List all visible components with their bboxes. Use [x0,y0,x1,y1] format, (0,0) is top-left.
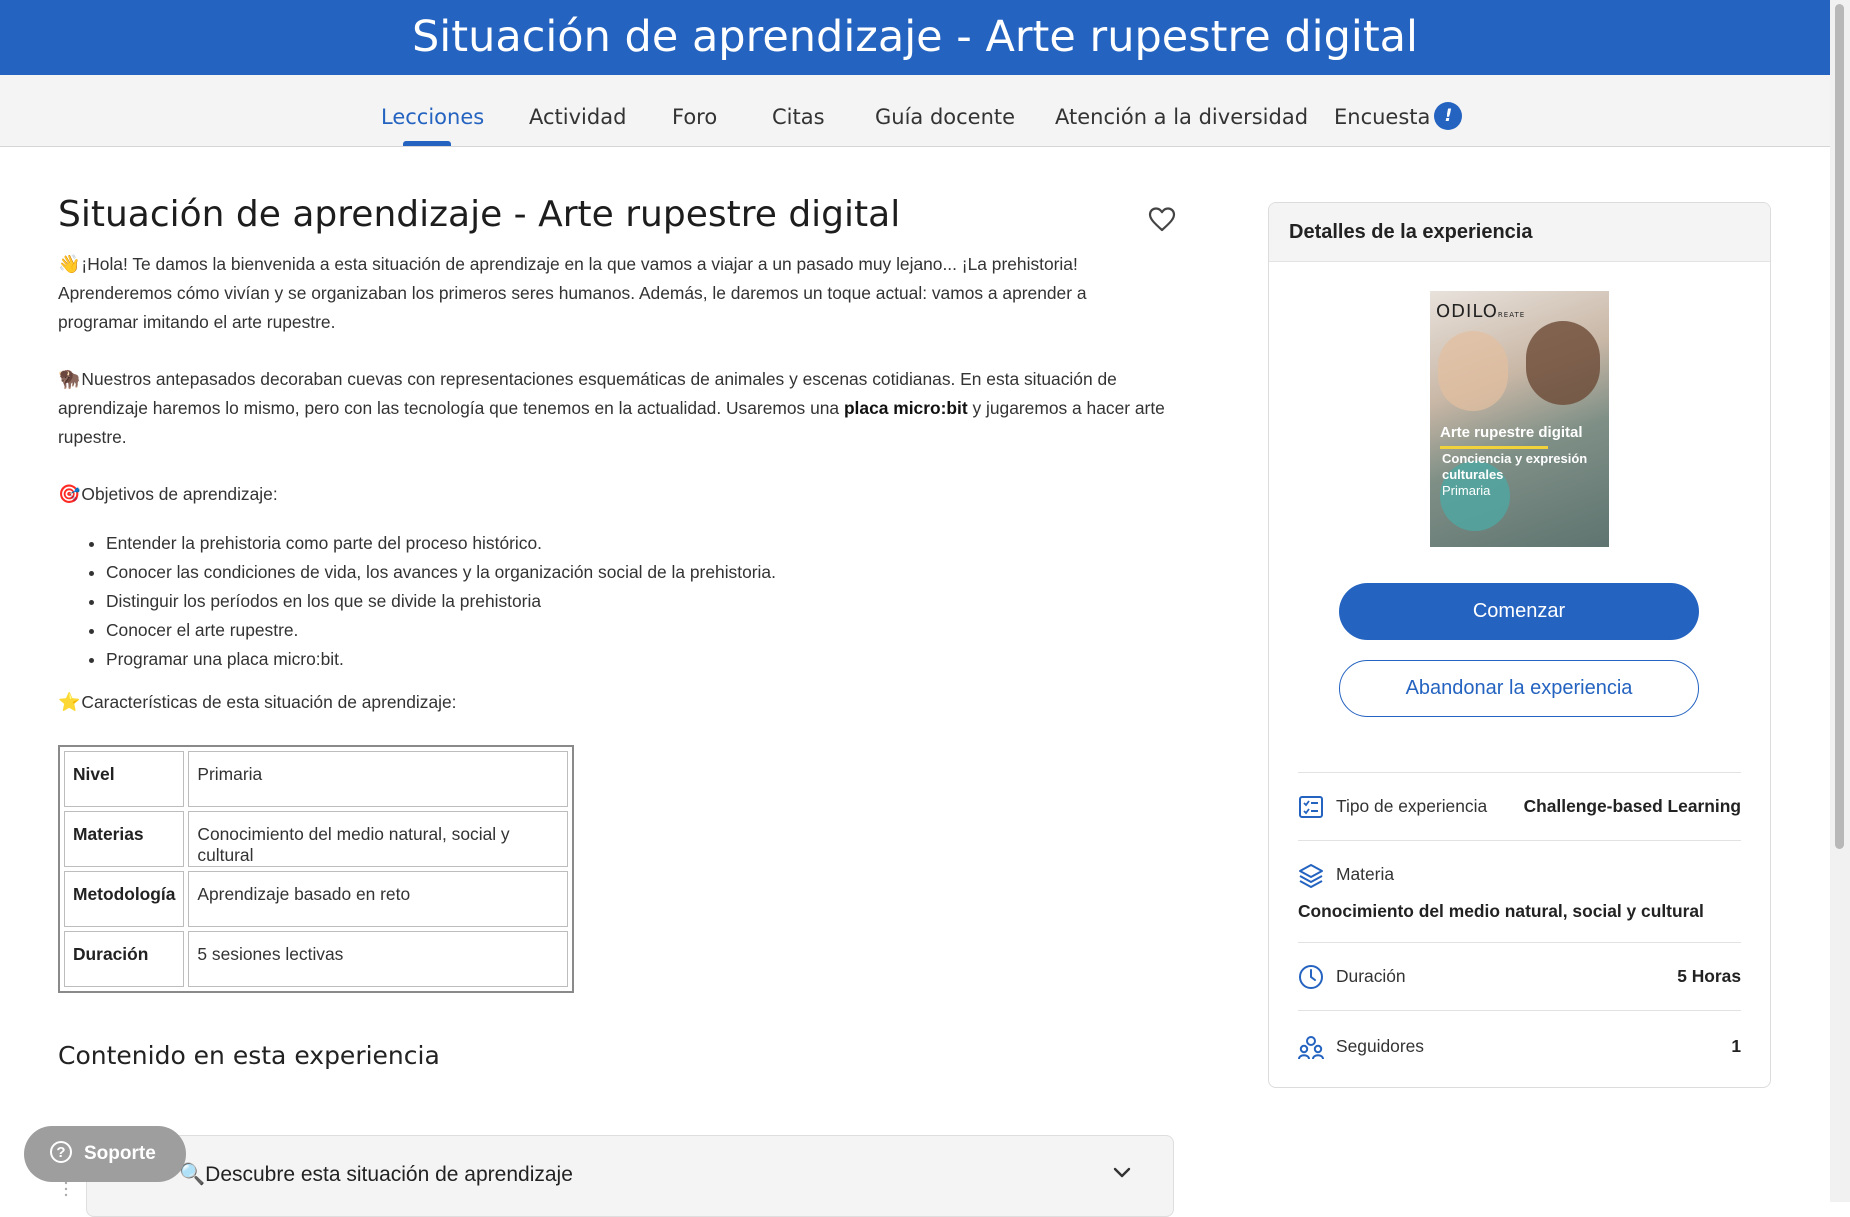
detail-row-followers: Seguidores 1 [1298,1010,1741,1079]
type-value: Challenge-based Learning [1523,796,1741,816]
support-button[interactable]: ? Soporte [24,1126,186,1182]
tab-foro[interactable]: Foro [672,75,717,146]
followers-value: 1 [1731,1036,1741,1056]
table-row: Nivel Primaria [64,751,569,807]
detail-row-type: Tipo de experiencia Challenge-based Lear… [1298,772,1741,841]
list-item: Distinguir los períodos en los que se di… [106,587,1168,616]
scrollbar-thumb[interactable] [1835,4,1844,849]
list-item: Conocer el arte rupestre. [106,616,1168,645]
odilo-logo: ODILOREATE [1436,301,1526,322]
tab-atencion-diversidad[interactable]: Atención a la diversidad [1055,75,1308,146]
tab-encuesta[interactable]: Encuesta! [1334,75,1463,146]
characteristics-heading: ⭐Características de esta situación de ap… [58,692,457,712]
subject-label: Materia [1336,864,1394,884]
alert-badge: ! [1434,102,1463,130]
question-circle-icon: ? [50,1141,72,1163]
experience-details-panel: Detalles de la experiencia ODILOREATE Ar… [1268,202,1771,1088]
table-row: Duración 5 sesiones lectivas [64,931,569,987]
content-section-title: Contenido en esta experiencia [58,1041,440,1070]
list-item: Conocer las condiciones de vida, los ava… [106,558,1168,587]
course-cover-image: ODILOREATE Arte rupestre digital Concien… [1430,291,1609,547]
table-row: Metodología Aprendizaje basado en reto [64,871,569,927]
waving-hand-icon: 👋 [58,254,81,274]
duration-label: Duración [1336,966,1406,986]
microbit-highlight: placa micro:bit [843,398,968,418]
detail-row-subject: Materia Conocimiento del medio natural, … [1298,840,1741,943]
followers-label: Seguidores [1336,1036,1424,1056]
target-icon: 🎯 [58,484,81,504]
detail-row-duration: Duración 5 Horas [1298,942,1741,1011]
page-title: Situación de aprendizaje - Arte rupestre… [58,194,901,235]
chevron-down-icon[interactable] [1113,1167,1131,1179]
star-icon: ⭐ [58,692,81,712]
clock-icon [1299,965,1323,989]
page-scrollbar[interactable] [1830,0,1850,1202]
tab-citas[interactable]: Citas [772,75,825,146]
lesson-accordion[interactable]: 🔍Descubre esta situación de aprendizaje [86,1135,1174,1217]
panel-title: Detalles de la experiencia [1269,203,1770,262]
type-label: Tipo de experiencia [1336,796,1488,816]
characteristics-table: Nivel Primaria Materias Conocimiento del m… [58,745,575,993]
duration-value: 5 Horas [1677,966,1741,986]
intro-paragraph: 👋¡Hola! Te damos la bienvenida a esta si… [58,254,1087,332]
table-row: Materias Conocimiento del medio natural, … [64,811,569,867]
list-item: Programar una placa micro:bit. [106,645,1168,674]
drag-handle-icon[interactable] [64,1180,68,1200]
tab-lecciones[interactable]: Lecciones [381,75,484,146]
list-item: Entender la prehistoria como parte del p… [106,529,1168,558]
cover-title: Arte rupestre digital [1440,424,1583,441]
subject-value: Conocimiento del medio natural, social y… [1298,901,1704,921]
checklist-icon [1299,796,1323,818]
accordion-label: 🔍Descubre esta situación de aprendizaje [179,1163,573,1186]
bison-icon: 🦬 [58,369,81,389]
cover-level: Primaria [1442,483,1491,498]
tab-guia-docente[interactable]: Guía docente [875,75,1015,146]
banner-title: Situación de aprendizaje - Arte rupestre… [412,12,1418,62]
start-button[interactable]: Comenzar [1339,583,1699,640]
users-icon [1298,1036,1324,1060]
page-banner: Situación de aprendizaje - Arte rupestre… [0,0,1830,75]
layers-icon [1299,864,1323,888]
leave-experience-button[interactable]: Abandonar la experiencia [1339,660,1699,717]
tab-actividad[interactable]: Actividad [529,75,626,146]
cover-subtitle: Conciencia y expresión culturales [1442,451,1588,482]
objectives-list: Entender la prehistoria como parte del p… [58,529,1168,674]
objectives-heading: 🎯Objetivos de aprendizaje: [58,484,278,504]
heart-icon[interactable] [1148,206,1176,232]
description-paragraph: 🦬Nuestros antepasados decoraban cuevas c… [58,369,1165,447]
tab-bar: Lecciones Actividad Foro Citas Guía doce… [0,75,1830,147]
main-content: Situación de aprendizaje - Arte rupestre… [58,190,1176,1070]
